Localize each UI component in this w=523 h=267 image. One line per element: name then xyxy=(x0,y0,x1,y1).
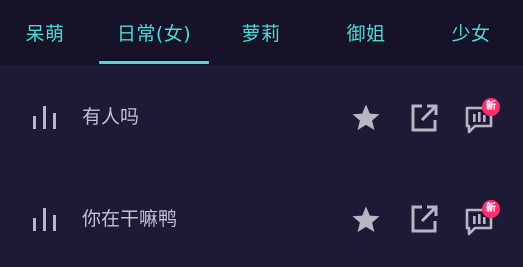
tab-mature[interactable]: 御姐 xyxy=(320,0,412,65)
new-badge: 新 xyxy=(482,98,500,116)
tab-girl[interactable]: 少女 xyxy=(425,0,517,65)
item-title: 你在干嘛鸭 xyxy=(82,208,178,230)
tab-cute[interactable]: 呆萌 xyxy=(0,0,90,65)
list-item[interactable]: 有人吗 新 xyxy=(0,67,523,167)
tab-loli[interactable]: 萝莉 xyxy=(215,0,307,65)
star-icon[interactable] xyxy=(351,103,381,133)
tab-daily-female[interactable]: 日常(女) xyxy=(99,0,209,65)
list-item[interactable]: 你在干嘛鸭 新 xyxy=(0,167,523,267)
category-tab-bar: 呆萌 日常(女) 萝莉 御姐 少女 xyxy=(0,0,523,65)
item-title: 有人吗 xyxy=(82,106,140,128)
star-icon[interactable] xyxy=(351,205,381,235)
equalizer-icon xyxy=(33,208,56,231)
active-tab-indicator xyxy=(99,61,209,64)
equalizer-icon xyxy=(33,106,56,129)
new-badge: 新 xyxy=(482,200,500,218)
open-external-icon[interactable] xyxy=(409,204,439,234)
open-external-icon[interactable] xyxy=(409,103,439,133)
voice-pack-screen: 呆萌 日常(女) 萝莉 御姐 少女 有人吗 新 你在干嘛鸭 新 xyxy=(0,0,523,267)
